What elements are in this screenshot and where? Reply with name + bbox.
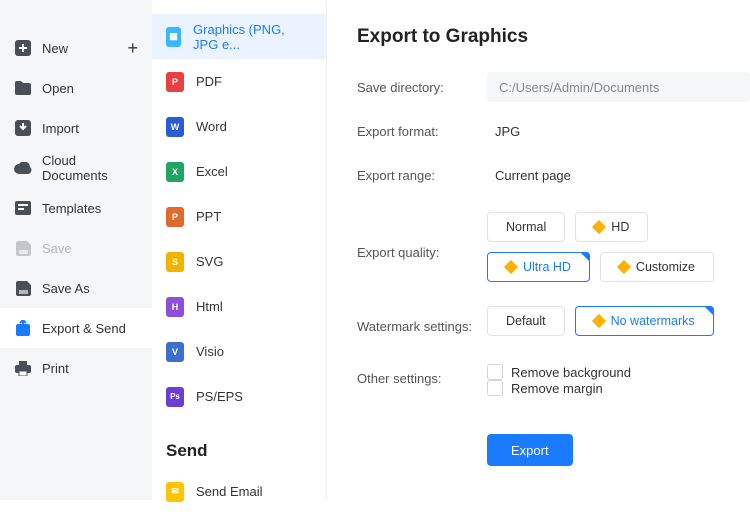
format-item-visio[interactable]: V Visio bbox=[152, 329, 326, 374]
format-item-label: PS/EPS bbox=[196, 389, 243, 404]
premium-icon bbox=[592, 314, 606, 328]
quality-normal-button[interactable]: Normal bbox=[487, 212, 565, 242]
excel-file-icon: X bbox=[166, 162, 184, 182]
send-item-email[interactable]: ✉ Send Email bbox=[152, 469, 326, 514]
export-button[interactable]: Export bbox=[487, 434, 573, 466]
ps-file-icon: Ps bbox=[166, 387, 184, 407]
quality-customize-button[interactable]: Customize bbox=[600, 252, 714, 282]
format-list: ▦ Graphics (PNG, JPG e... P PDF W Word X… bbox=[152, 0, 327, 500]
html-file-icon: H bbox=[166, 297, 184, 317]
sidebar-item-new[interactable]: New + bbox=[0, 28, 152, 68]
sidebar-item-label: Save As bbox=[42, 281, 90, 296]
format-item-label: Word bbox=[196, 119, 227, 134]
checkbox-icon bbox=[487, 380, 503, 396]
sidebar-item-label: Save bbox=[42, 241, 72, 256]
pdf-file-icon: P bbox=[166, 72, 184, 92]
format-item-ppt[interactable]: P PPT bbox=[152, 194, 326, 239]
watermark-none-button[interactable]: No watermarks bbox=[575, 306, 714, 336]
export-quality-label: Export quality: bbox=[357, 245, 487, 260]
sidebar-item-cloud[interactable]: Cloud Documents bbox=[0, 148, 152, 188]
send-item-label: Send Email bbox=[196, 484, 262, 499]
premium-icon bbox=[617, 260, 631, 274]
saveas-icon bbox=[14, 279, 32, 297]
cloud-icon bbox=[14, 159, 32, 177]
sidebar-item-import[interactable]: Import bbox=[0, 108, 152, 148]
sidebar-item-print[interactable]: Print bbox=[0, 348, 152, 388]
export-icon bbox=[14, 319, 32, 337]
svg-file-icon: S bbox=[166, 252, 184, 272]
sidebar-item-save: Save bbox=[0, 228, 152, 268]
format-item-pdf[interactable]: P PDF bbox=[152, 59, 326, 104]
remove-margin-checkbox[interactable]: Remove margin bbox=[487, 380, 603, 396]
format-item-graphics[interactable]: ▦ Graphics (PNG, JPG e... bbox=[152, 14, 326, 59]
premium-icon bbox=[592, 220, 606, 234]
quality-hd-button[interactable]: HD bbox=[575, 212, 648, 242]
sidebar-item-label: Export & Send bbox=[42, 321, 126, 336]
export-range-label: Export range: bbox=[357, 168, 487, 183]
plus-square-icon bbox=[14, 39, 32, 57]
format-item-label: PPT bbox=[196, 209, 221, 224]
sidebar-item-saveas[interactable]: Save As bbox=[0, 268, 152, 308]
remove-background-checkbox[interactable]: Remove background bbox=[487, 364, 631, 380]
save-directory-field[interactable]: C:/Users/Admin/Documents bbox=[487, 72, 750, 102]
sidebar-item-label: Cloud Documents bbox=[42, 153, 138, 183]
format-item-word[interactable]: W Word bbox=[152, 104, 326, 149]
sidebar-item-label: Templates bbox=[42, 201, 101, 216]
sidebar-item-export-send[interactable]: Export & Send bbox=[0, 308, 152, 348]
premium-icon bbox=[504, 260, 518, 274]
visio-file-icon: V bbox=[166, 342, 184, 362]
save-icon bbox=[14, 239, 32, 257]
format-item-label: Visio bbox=[196, 344, 224, 359]
ppt-file-icon: P bbox=[166, 207, 184, 227]
format-item-svg[interactable]: S SVG bbox=[152, 239, 326, 284]
sidebar-item-open[interactable]: Open bbox=[0, 68, 152, 108]
format-item-label: PDF bbox=[196, 74, 222, 89]
import-icon bbox=[14, 119, 32, 137]
plus-icon[interactable]: + bbox=[127, 38, 138, 59]
word-file-icon: W bbox=[166, 117, 184, 137]
checkbox-icon bbox=[487, 364, 503, 380]
format-item-html[interactable]: H Html bbox=[152, 284, 326, 329]
format-item-label: Html bbox=[196, 299, 223, 314]
export-panel: Export to Graphics Save directory: C:/Us… bbox=[327, 0, 750, 500]
panel-title: Export to Graphics bbox=[357, 26, 750, 48]
export-format-label: Export format: bbox=[357, 124, 487, 139]
format-item-pseps[interactable]: Ps PS/EPS bbox=[152, 374, 326, 419]
sidebar-item-label: Print bbox=[42, 361, 69, 376]
sidebar-item-label: New bbox=[42, 41, 68, 56]
folder-icon bbox=[14, 79, 32, 97]
format-item-label: SVG bbox=[196, 254, 223, 269]
other-settings-label: Other settings: bbox=[357, 371, 487, 386]
save-directory-label: Save directory: bbox=[357, 80, 487, 95]
format-item-excel[interactable]: X Excel bbox=[152, 149, 326, 194]
format-item-label: Excel bbox=[196, 164, 228, 179]
watermark-label: Watermark settings: bbox=[357, 319, 487, 334]
send-section-header: Send bbox=[152, 419, 326, 469]
export-format-select[interactable]: JPG bbox=[487, 116, 520, 146]
templates-icon bbox=[14, 199, 32, 217]
format-item-label: Graphics (PNG, JPG e... bbox=[193, 22, 312, 52]
watermark-default-button[interactable]: Default bbox=[487, 306, 565, 336]
sidebar-item-label: Import bbox=[42, 121, 79, 136]
quality-ultrahd-button[interactable]: Ultra HD bbox=[487, 252, 590, 282]
image-file-icon: ▦ bbox=[166, 27, 181, 47]
sidebar-item-label: Open bbox=[42, 81, 74, 96]
left-sidebar: New + Open Import Cloud Documents Templa… bbox=[0, 0, 152, 500]
export-range-select[interactable]: Current page bbox=[487, 160, 571, 190]
sidebar-item-templates[interactable]: Templates bbox=[0, 188, 152, 228]
email-icon: ✉ bbox=[166, 482, 184, 502]
print-icon bbox=[14, 359, 32, 377]
